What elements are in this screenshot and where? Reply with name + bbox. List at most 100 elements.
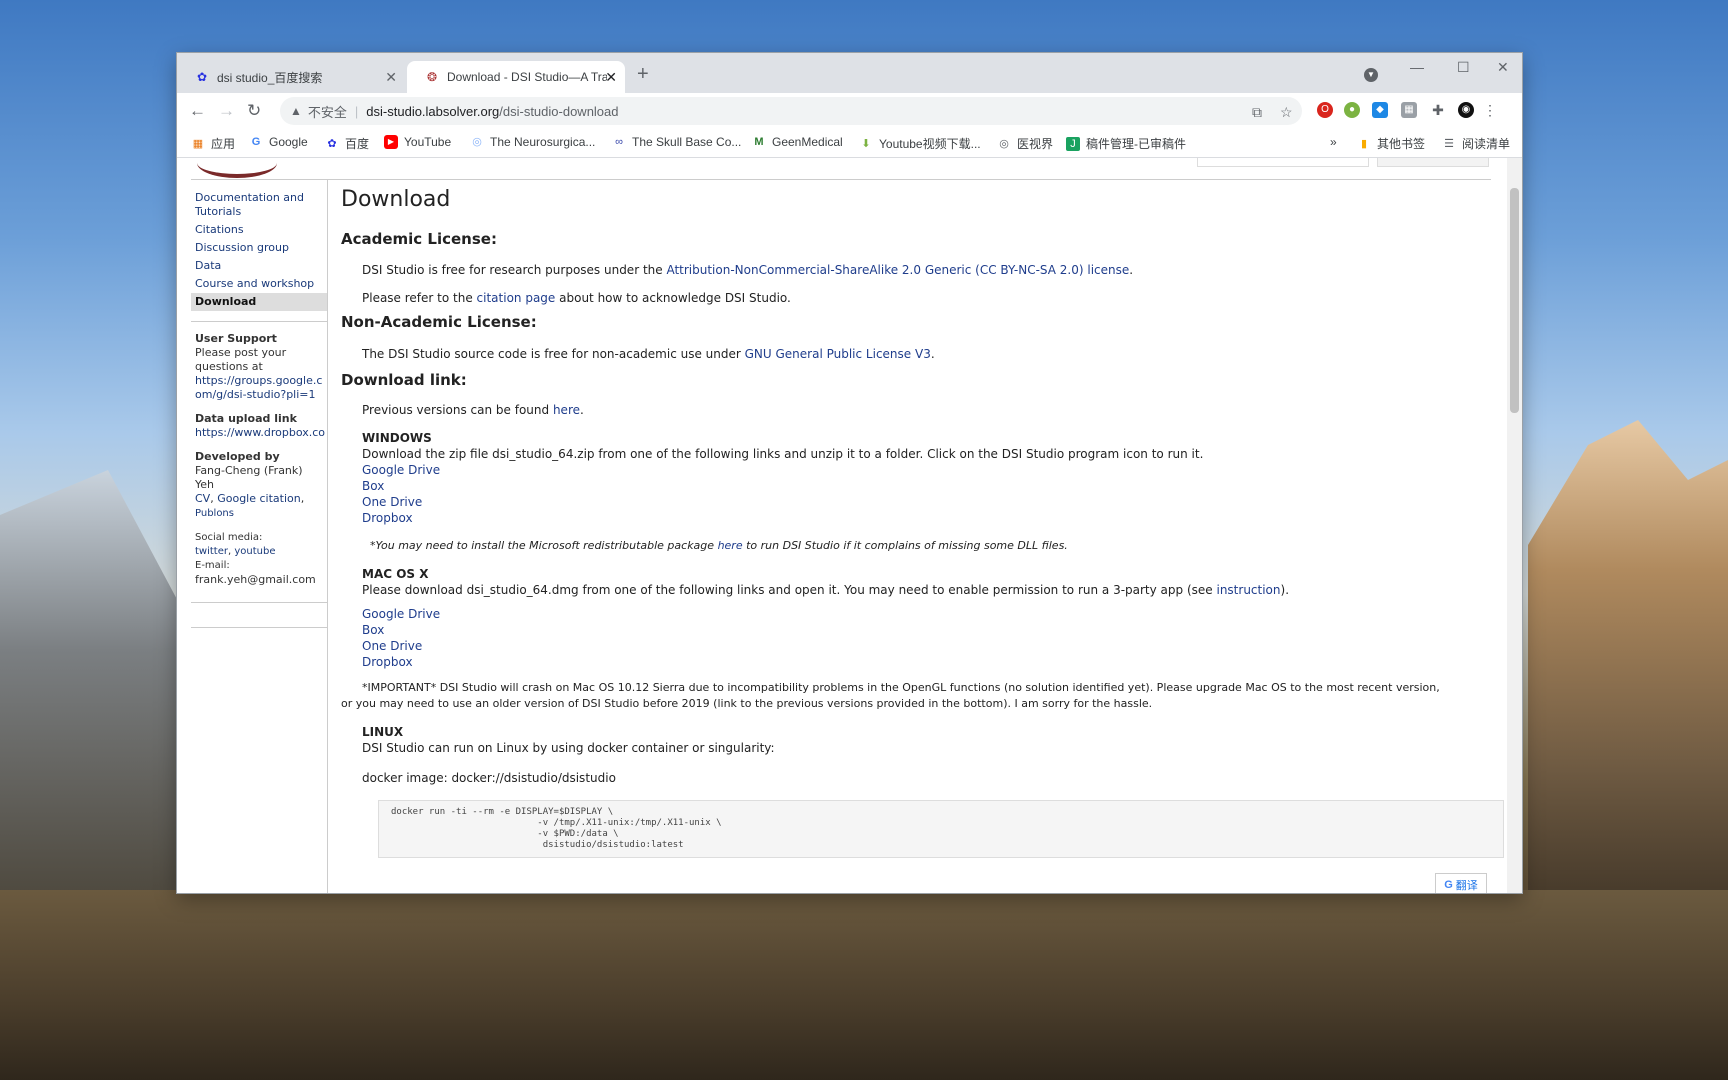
- google-translate-badge[interactable]: G 翻译: [1435, 873, 1487, 893]
- page-scrollbar[interactable]: [1507, 158, 1522, 893]
- google-citation-link[interactable]: Google citation: [217, 492, 301, 505]
- docker-command-code-block[interactable]: docker run -ti --rm -e DISPLAY=$DISPLAY …: [378, 800, 1504, 858]
- docker-image-text: docker image: docker://dsistudio/dsistud…: [362, 771, 616, 785]
- user-support-section: User Support Please post your questions …: [191, 332, 325, 402]
- tab-title: Download - DSI Studio—A Tra: [447, 70, 607, 84]
- redistributable-link[interactable]: here: [718, 539, 743, 552]
- translate-label: 翻译: [1455, 880, 1478, 892]
- mac-box-link[interactable]: Box: [362, 623, 384, 637]
- bookmarks-overflow-button[interactable]: »: [1330, 135, 1337, 149]
- mac-instructions: Please download dsi_studio_64.dmg from o…: [362, 583, 1290, 597]
- security-label[interactable]: 不安全: [308, 102, 347, 121]
- new-tab-button[interactable]: +: [637, 63, 649, 86]
- windows-dropbox-link[interactable]: Dropbox: [362, 511, 413, 525]
- mac-dropbox-link[interactable]: Dropbox: [362, 655, 413, 669]
- close-window-icon[interactable]: ✕: [1497, 59, 1509, 76]
- download-icon: ⬇: [861, 137, 871, 150]
- sidebar-nav: Documentation and Tutorials Citations Di…: [191, 189, 327, 311]
- extension-badge-icon[interactable]: ●: [1344, 102, 1360, 118]
- bookmark-manuscripts[interactable]: J 稿件管理-已审稿件: [1066, 135, 1186, 152]
- bookmark-yishijie[interactable]: ◎ 医视界: [997, 135, 1053, 152]
- developer-title: Developed by: [195, 450, 280, 463]
- warning-triangle-icon[interactable]: ▲: [290, 104, 302, 118]
- non-academic-license-heading: Non-Academic License:: [341, 313, 537, 331]
- close-tab-icon[interactable]: ✕: [385, 69, 397, 85]
- tab-dsi-download[interactable]: ❂ Download - DSI Studio—A Tra ✕: [407, 61, 625, 93]
- sidebar-divider: [191, 602, 327, 603]
- url-host[interactable]: dsi-studio.labsolver.org: [366, 104, 499, 119]
- email-address: frank.yeh@gmail.com: [195, 573, 316, 586]
- sidebar-item-citations[interactable]: Citations: [191, 221, 327, 239]
- publons-link[interactable]: Publons: [195, 508, 234, 519]
- address-bar[interactable]: ▲ 不安全 | dsi-studio.labsolver.org /dsi-st…: [280, 97, 1302, 125]
- link-icon: ∞: [615, 136, 623, 148]
- sidebar: Documentation and Tutorials Citations Di…: [191, 179, 328, 893]
- mac-google-drive-link[interactable]: Google Drive: [362, 607, 440, 621]
- close-tab-icon[interactable]: ✕: [605, 69, 617, 85]
- bookmark-star-icon[interactable]: ☆: [1280, 104, 1293, 121]
- cc-license-link[interactable]: Attribution-NonCommercial-ShareAlike 2.0…: [666, 263, 1129, 277]
- site-search-input[interactable]: [1197, 158, 1369, 167]
- background-mountain-right: [1528, 420, 1728, 920]
- other-bookmarks[interactable]: ▮ 其他书签: [1357, 135, 1425, 152]
- developer-name: Fang-Cheng (Frank) Yeh: [195, 464, 303, 491]
- data-upload-link[interactable]: https://www.dropbox.com: [195, 426, 325, 439]
- gpl-license-link[interactable]: GNU General Public License V3: [745, 347, 931, 361]
- geenmedical-icon: M: [754, 136, 764, 148]
- user-support-link[interactable]: https://groups.google.com/g/dsi-studio?p…: [195, 374, 322, 401]
- maximize-icon[interactable]: ☐: [1457, 59, 1470, 76]
- windows-onedrive-link[interactable]: One Drive: [362, 495, 422, 509]
- site-logo[interactable]: [197, 158, 277, 178]
- forward-icon[interactable]: →: [218, 101, 235, 121]
- site-search-button[interactable]: [1377, 158, 1489, 167]
- citation-page-link[interactable]: citation page: [477, 291, 556, 305]
- bookmark-apps[interactable]: ▦ 应用: [191, 135, 235, 152]
- bookmark-baidu[interactable]: ✿ 百度: [325, 135, 369, 152]
- globe-icon: ◎: [472, 136, 482, 148]
- bookmark-youtube[interactable]: ▶ YouTube: [384, 135, 451, 149]
- url-path[interactable]: /dsi-studio-download: [499, 104, 618, 119]
- tab-strip: ✿ dsi studio_百度搜索 ✕ ❂ Download - DSI Stu…: [177, 53, 1522, 93]
- windows-box-link[interactable]: Box: [362, 479, 384, 493]
- sidebar-divider: [191, 627, 327, 628]
- github-icon[interactable]: ◉: [1458, 102, 1474, 118]
- bookmark-google[interactable]: G Google: [249, 135, 308, 149]
- tab-search-icon[interactable]: ▼: [1364, 68, 1378, 82]
- reading-list[interactable]: ☰ 阅读清单: [1442, 135, 1510, 152]
- sidebar-item-discussion[interactable]: Discussion group: [191, 239, 327, 257]
- back-icon[interactable]: ←: [189, 101, 206, 121]
- extension-shield-icon[interactable]: ◆: [1372, 102, 1388, 118]
- mac-onedrive-link[interactable]: One Drive: [362, 639, 422, 653]
- linux-instructions: DSI Studio can run on Linux by using doc…: [362, 741, 775, 755]
- cv-link[interactable]: CV: [195, 492, 210, 505]
- sidebar-item-download[interactable]: Download: [191, 293, 327, 311]
- tab-baidu-search[interactable]: ✿ dsi studio_百度搜索 ✕: [177, 61, 405, 93]
- data-upload-section: Data upload link https://www.dropbox.com: [191, 412, 325, 440]
- tab-title: dsi studio_百度搜索: [217, 70, 323, 85]
- sidebar-item-documentation[interactable]: Documentation and Tutorials: [191, 189, 327, 221]
- document-icon: J: [1066, 136, 1080, 151]
- bookmark-geenmedical[interactable]: M GeenMedical: [752, 135, 842, 149]
- bookmark-neurosurgical[interactable]: ◎ The Neurosurgica...: [470, 135, 595, 149]
- sidebar-item-data[interactable]: Data: [191, 257, 327, 275]
- twitter-link[interactable]: twitter: [195, 546, 228, 557]
- extension-grid-icon[interactable]: ▦: [1401, 102, 1417, 118]
- bookmark-skull-base[interactable]: ∞ The Skull Base Co...: [612, 135, 741, 149]
- scrollbar-thumb[interactable]: [1510, 188, 1519, 413]
- minimize-icon[interactable]: —: [1410, 59, 1424, 75]
- academic-license-heading: Academic License:: [341, 230, 497, 248]
- extensions-puzzle-icon[interactable]: ✚: [1430, 102, 1446, 118]
- reload-icon[interactable]: ↻: [247, 101, 261, 121]
- mac-instruction-link[interactable]: instruction: [1216, 583, 1280, 597]
- translate-page-icon[interactable]: ⧉: [1252, 104, 1262, 121]
- youtube-link[interactable]: youtube: [234, 546, 275, 557]
- windows-google-drive-link[interactable]: Google Drive: [362, 463, 440, 477]
- previous-versions-link[interactable]: here: [553, 403, 580, 417]
- more-menu-icon[interactable]: ⋮: [1482, 102, 1498, 118]
- windows-heading: WINDOWS: [362, 431, 432, 445]
- citation-text: Please refer to the citation page about …: [362, 291, 791, 305]
- sidebar-item-course[interactable]: Course and workshop: [191, 275, 327, 293]
- bookmark-youtube-downloader[interactable]: ⬇ Youtube视频下载...: [859, 135, 980, 152]
- adblock-extension-icon[interactable]: O: [1317, 102, 1333, 118]
- download-link-heading: Download link:: [341, 371, 467, 389]
